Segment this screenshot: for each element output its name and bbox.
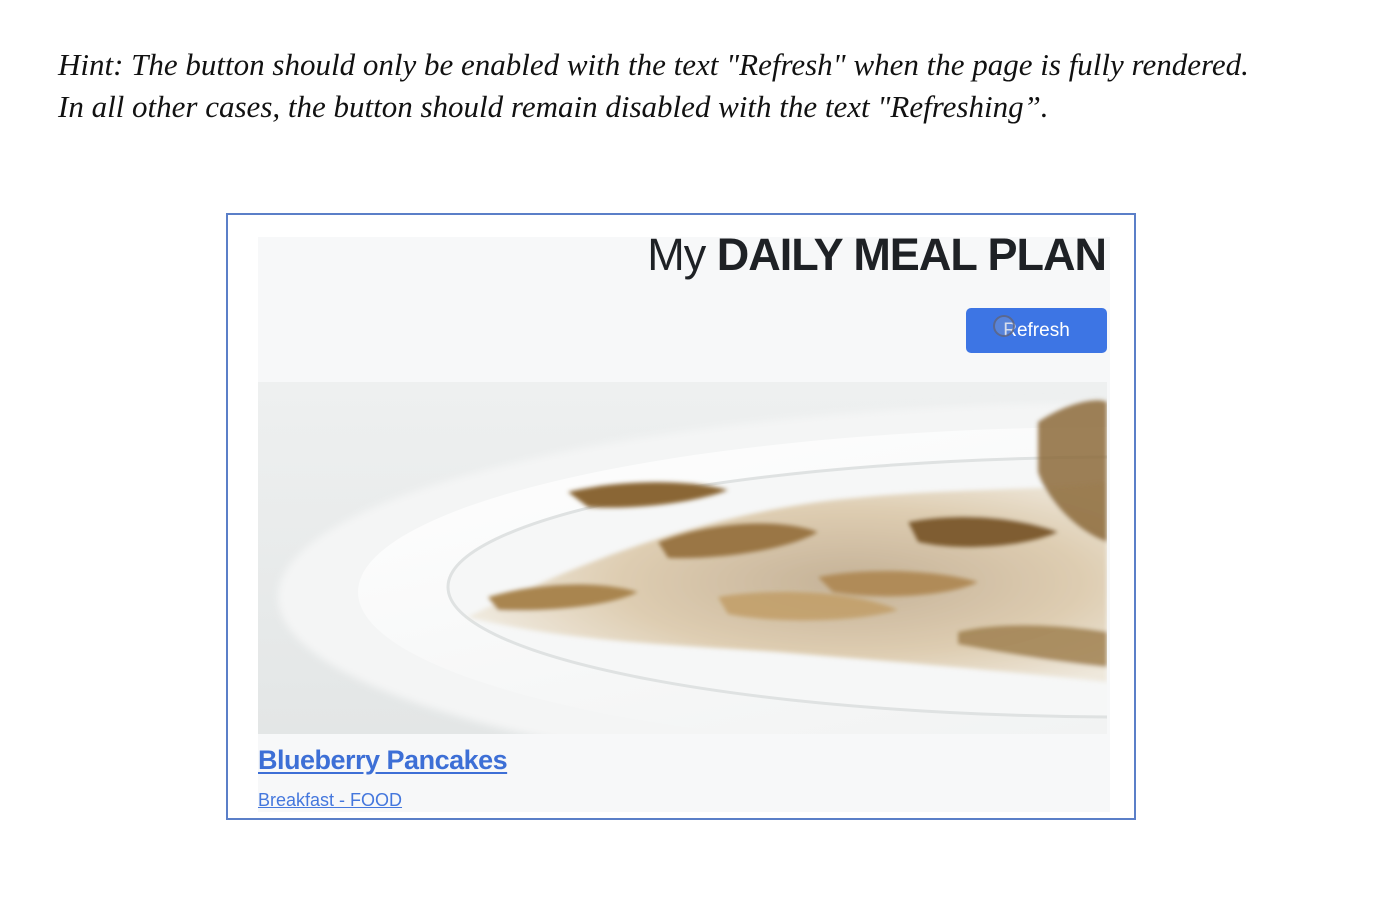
meal-photo-illustration: [258, 382, 1107, 734]
refresh-button[interactable]: Refresh: [966, 308, 1107, 353]
page-title-main: DAILY MEAL PLAN: [716, 229, 1107, 280]
hint-line-1: Hint: The button should only be enabled …: [58, 47, 1249, 82]
meal-image: [258, 382, 1107, 734]
meal-plan-app: My DAILY MEAL PLAN Refresh Blueberry Pan…: [258, 229, 1110, 812]
page-title-prefix: My: [647, 229, 706, 280]
meal-category-link[interactable]: Breakfast - FOOD: [258, 790, 402, 811]
hint-line-2: In all other cases, the button should re…: [58, 89, 1049, 124]
app-frame: My DAILY MEAL PLAN Refresh Blueberry Pan…: [226, 213, 1136, 820]
hint-text: Hint: The button should only be enabled …: [58, 44, 1358, 128]
page-title: My DAILY MEAL PLAN: [647, 229, 1107, 281]
refresh-button-label: Refresh: [1003, 319, 1070, 341]
meal-title-link[interactable]: Blueberry Pancakes: [258, 745, 508, 776]
